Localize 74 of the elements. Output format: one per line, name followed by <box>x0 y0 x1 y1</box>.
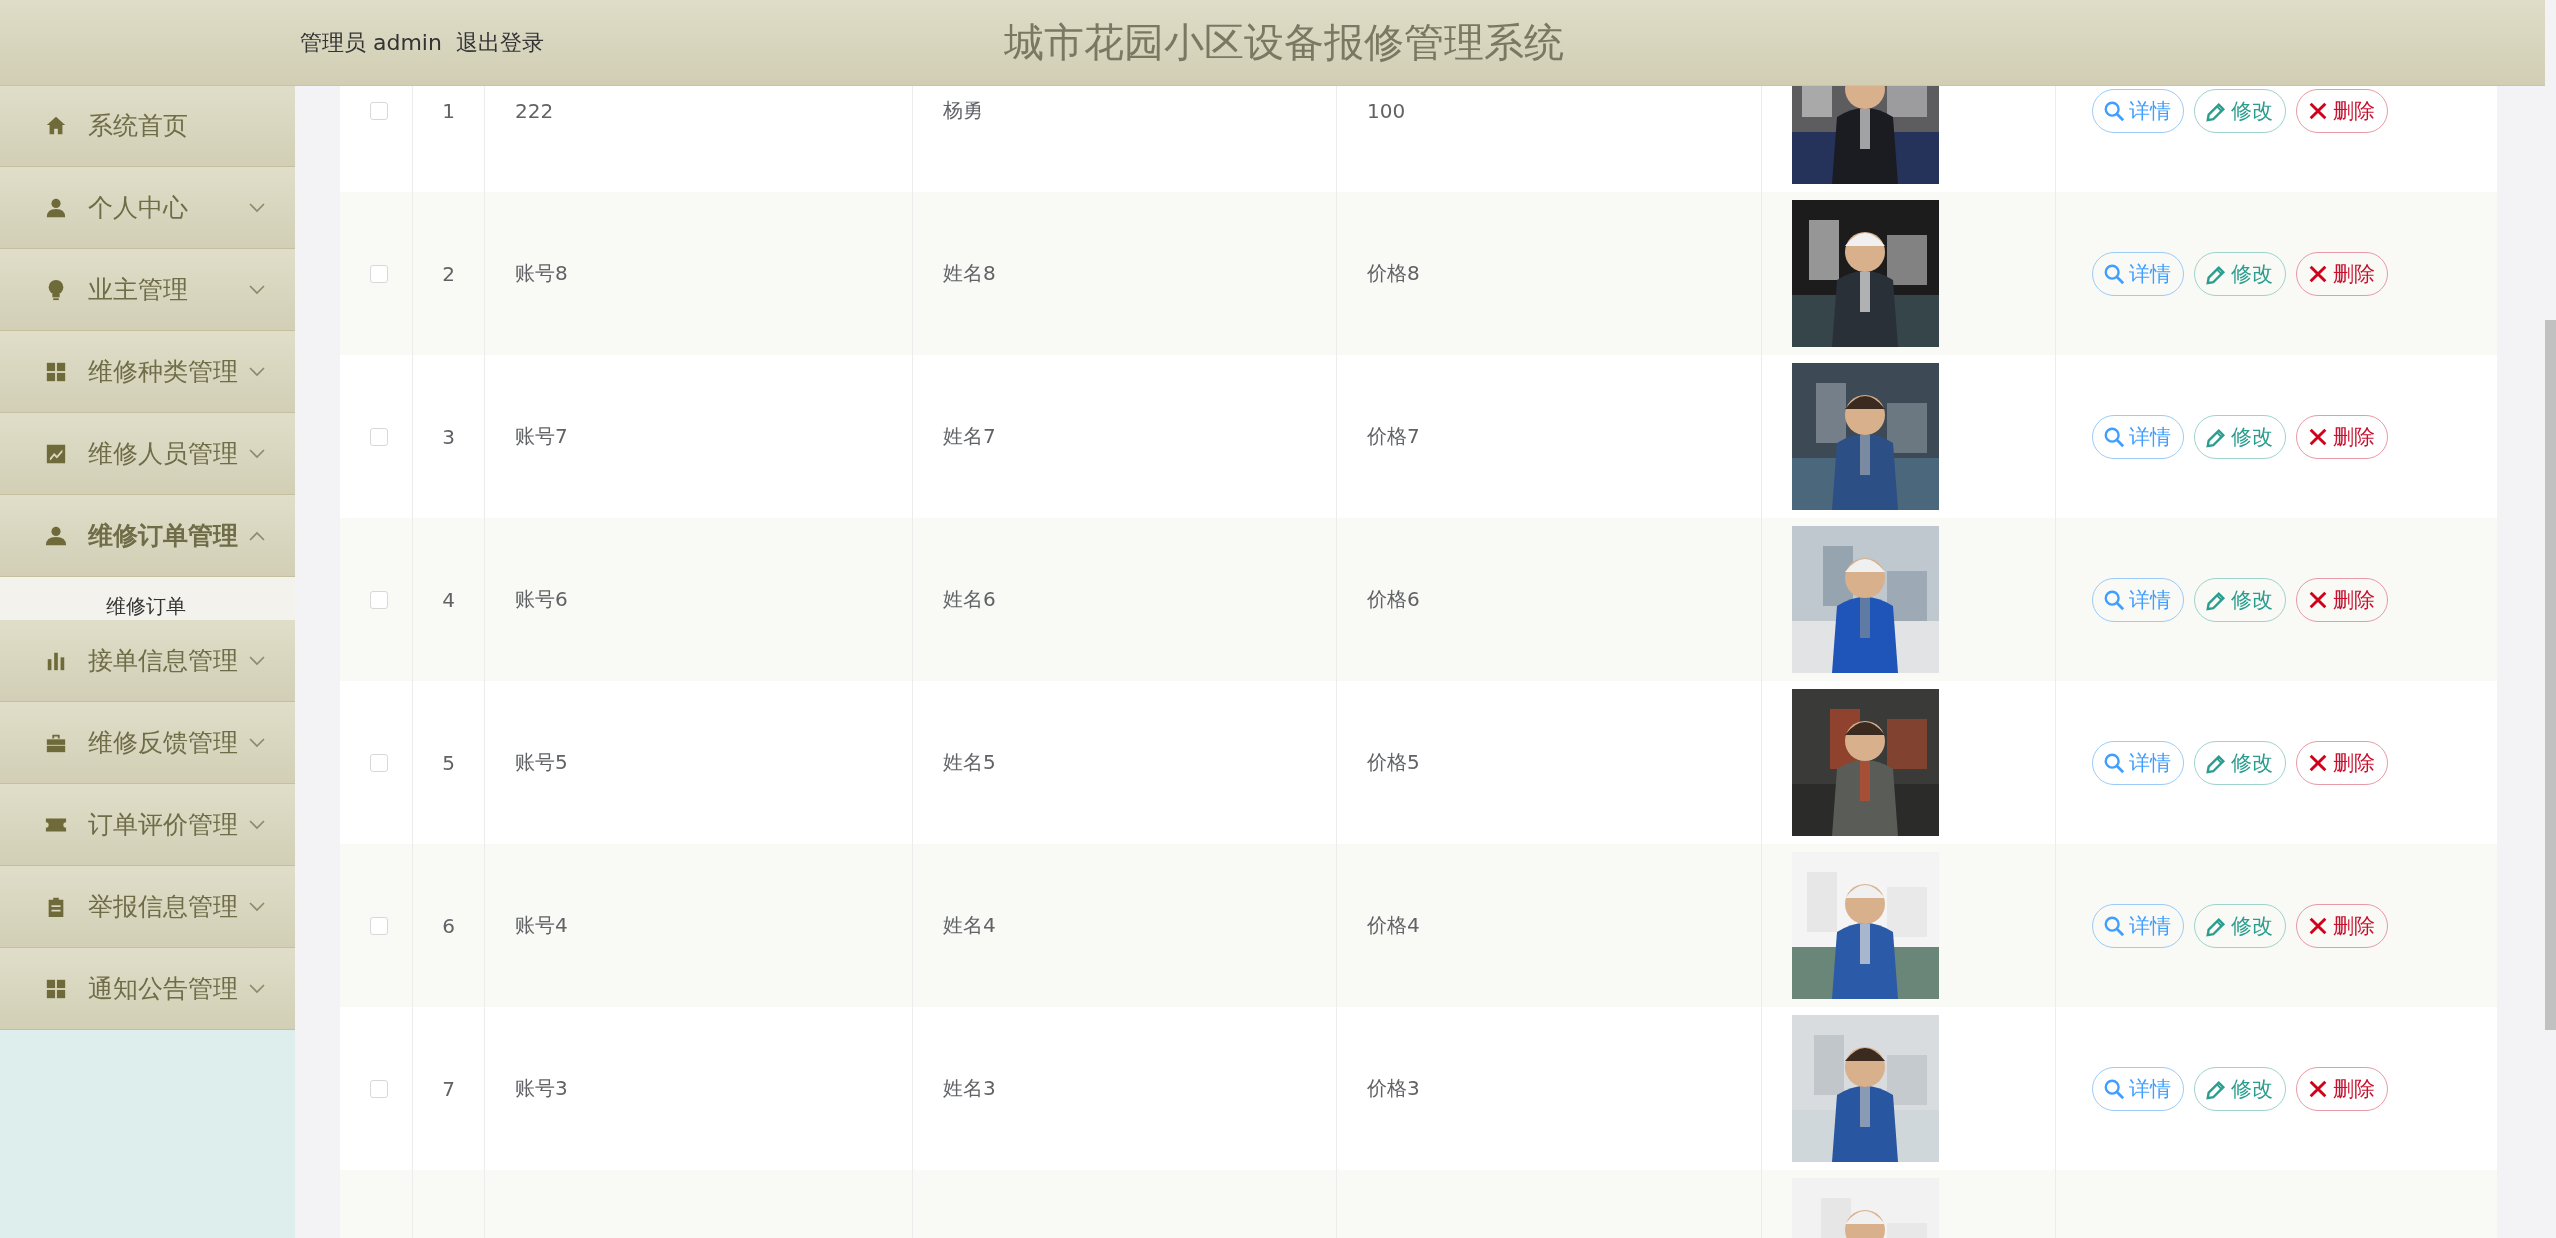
grid-icon <box>45 977 67 1000</box>
sidebar-menu-item[interactable]: 系统首页 <box>0 85 295 167</box>
system-title: 城市花园小区设备报修管理系统 <box>1003 18 1564 67</box>
chevron-down-icon <box>249 655 265 666</box>
scrollbar[interactable] <box>2545 320 2556 1030</box>
row-number: 5 <box>442 750 455 775</box>
sidebar-menu-item[interactable]: 维修反馈管理 <box>0 702 295 784</box>
chevron-down-icon <box>249 737 265 748</box>
user-icon <box>45 196 67 219</box>
chevron-down-icon <box>249 284 265 295</box>
submenu-item[interactable]: 维修订单 <box>0 577 295 620</box>
chart-icon <box>45 442 67 465</box>
search-icon <box>2103 914 2125 937</box>
row-checkbox[interactable] <box>370 1079 388 1098</box>
chevron-down-icon <box>249 819 265 830</box>
name-cell: 姓名7 <box>943 423 996 450</box>
search-icon <box>2103 262 2125 285</box>
name-cell: 姓名3 <box>943 1075 996 1102</box>
sidebar-menu-item[interactable]: 接单信息管理 <box>0 620 295 702</box>
account-cell: 账号7 <box>515 423 568 450</box>
account-cell: 账号8 <box>515 260 568 287</box>
chevron-down-icon <box>249 901 265 912</box>
account-cell: 222 <box>515 98 554 123</box>
name-cell: 姓名6 <box>943 586 996 613</box>
chevron-down-icon <box>249 366 265 377</box>
chevron-down-icon <box>249 983 265 994</box>
row-checkbox[interactable] <box>370 101 388 120</box>
chevron-down-icon <box>249 202 265 213</box>
logout-link[interactable]: 退出登录 <box>455 27 544 58</box>
row-checkbox[interactable] <box>370 264 388 283</box>
sidebar-menu-item[interactable]: 维修人员管理 <box>0 413 295 495</box>
name-cell: 姓名8 <box>943 260 996 287</box>
price-cell: 价格3 <box>1367 1075 1420 1102</box>
name-cell: 姓名4 <box>943 912 996 939</box>
name-cell: 杨勇 <box>943 97 983 124</box>
grid-icon <box>45 360 67 383</box>
sidebar-menu-item[interactable]: 维修订单管理 <box>0 495 295 577</box>
chevron-down-icon <box>249 448 265 459</box>
account-cell: 账号3 <box>515 1075 568 1102</box>
row-number: 6 <box>442 913 455 938</box>
sidebar-menu-item[interactable]: 业主管理 <box>0 249 295 331</box>
row-checkbox[interactable] <box>370 590 388 609</box>
chevron-up-icon <box>249 530 265 541</box>
row-checkbox[interactable] <box>370 916 388 935</box>
price-cell: 价格8 <box>1367 260 1420 287</box>
price-cell: 价格6 <box>1367 586 1420 613</box>
account-cell: 账号5 <box>515 749 568 776</box>
search-icon <box>2103 751 2125 774</box>
price-cell: 价格4 <box>1367 912 1420 939</box>
row-checkbox[interactable] <box>370 753 388 772</box>
row-number: 1 <box>442 98 455 123</box>
sidebar-menu-item[interactable]: 订单评价管理 <box>0 784 295 866</box>
price-cell: 价格7 <box>1367 423 1420 450</box>
price-cell: 价格5 <box>1367 749 1420 776</box>
admin-label: 管理员 admin <box>300 28 442 57</box>
row-number: 2 <box>442 261 455 286</box>
account-cell: 账号6 <box>515 586 568 613</box>
sidebar-menu-item[interactable]: 通知公告管理 <box>0 948 295 1030</box>
account-cell: 账号4 <box>515 912 568 939</box>
search-icon <box>2103 99 2125 122</box>
row-number: 3 <box>442 424 455 449</box>
sidebar-menu-item[interactable]: 举报信息管理 <box>0 866 295 948</box>
name-cell: 姓名5 <box>943 749 996 776</box>
sidebar-menu-item[interactable]: 个人中心 <box>0 167 295 249</box>
search-icon <box>2103 1077 2125 1100</box>
sidebar-menu-item[interactable]: 维修种类管理 <box>0 331 295 413</box>
search-icon <box>2103 425 2125 448</box>
home-icon <box>45 114 67 137</box>
row-number: 7 <box>442 1076 455 1101</box>
price-cell: 100 <box>1367 98 1406 123</box>
row-number: 4 <box>442 587 455 612</box>
row-checkbox[interactable] <box>370 427 388 446</box>
user-icon <box>45 524 67 547</box>
search-icon <box>2103 588 2125 611</box>
